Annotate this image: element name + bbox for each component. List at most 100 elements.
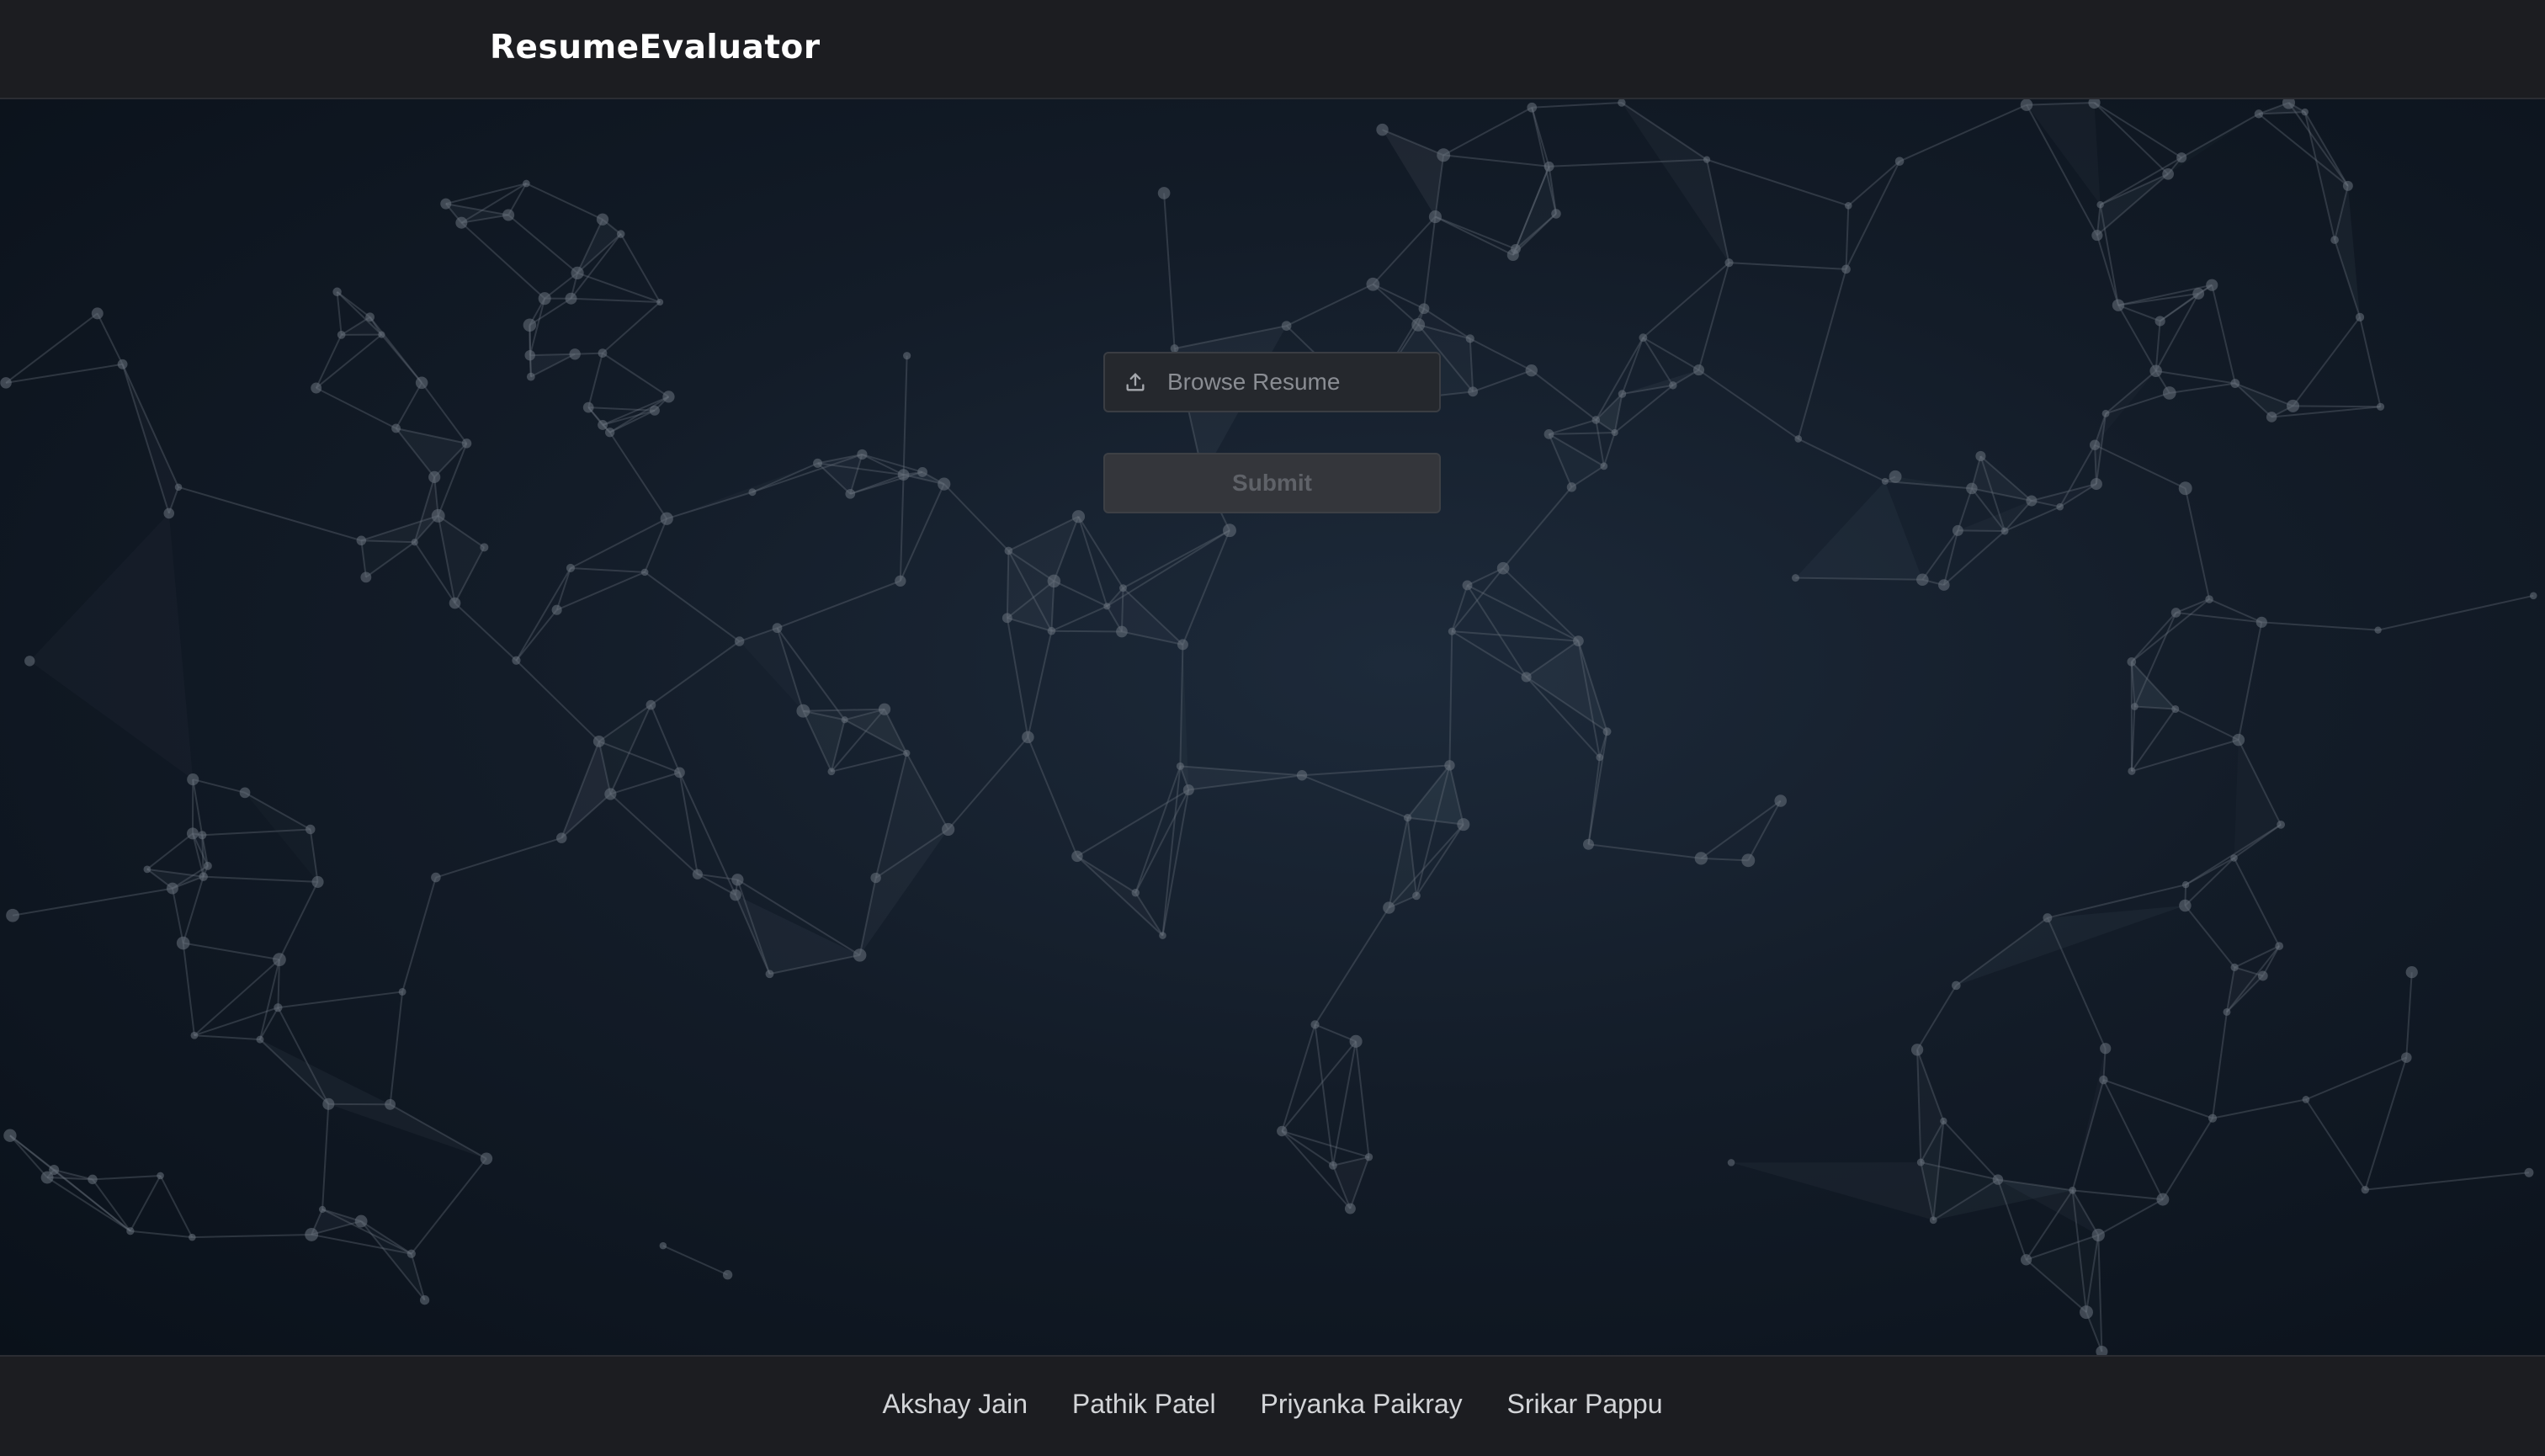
network-node [1543,161,1554,172]
network-line [1372,284,1419,326]
network-node [2156,1193,2170,1206]
network-node [765,970,774,979]
network-node [1794,435,1803,443]
network-facet [2234,383,2293,417]
network-node [1910,1044,1924,1056]
network-facet [29,513,194,780]
network-line [1798,438,1886,482]
network-node [431,872,441,883]
network-line [182,943,195,1036]
network-line [1301,774,1408,819]
network-line [2365,1172,2530,1191]
network-facet [1795,481,1923,580]
network-node [411,539,418,546]
network-node [163,507,175,519]
network-node [1277,1125,1288,1137]
network-node [845,488,856,499]
network-line [2237,622,2263,741]
network-node [1992,1174,2004,1185]
footer-link-priyanka-paikray[interactable]: Priyanka Paikray [1261,1389,1463,1420]
network-line [1331,1041,1358,1166]
network-line [2131,612,2177,662]
network-line [1372,215,1437,285]
network-line [515,660,600,742]
network-node [1521,672,1532,683]
upload-form: Browse Resume Submit [1103,352,1441,513]
network-line [259,959,280,1040]
footer-link-pathik-patel[interactable]: Pathik Patel [1072,1389,1216,1420]
network-node [571,266,584,279]
network-node [1444,760,1455,771]
network-line [662,1245,729,1276]
browse-resume-input[interactable]: Browse Resume [1103,352,1441,412]
network-node [2179,899,2192,912]
network-node [556,832,567,843]
network-node [1727,1159,1735,1166]
network-facet [2168,114,2259,173]
network-node [917,466,927,477]
network-node [306,824,316,835]
network-node [2230,854,2238,862]
network-line [1502,567,1580,642]
network-line [1957,488,1973,531]
network-node [2275,942,2284,950]
network-node [2090,478,2102,491]
footer-link-srikar-pappu[interactable]: Srikar Pappu [1507,1389,1663,1420]
network-line [2359,316,2382,407]
network-node [2096,200,2104,209]
network-line [2093,102,2169,175]
network-line [752,462,818,493]
network-node [502,209,515,221]
network-line [525,183,603,221]
network-node [2112,299,2125,311]
network-line [171,888,184,943]
network-node [378,331,385,338]
network-node [730,889,741,901]
network-line [2131,598,2210,663]
network-line [1434,215,1514,256]
network-node [1916,1158,1925,1166]
network-node [1364,1153,1373,1161]
submit-button[interactable]: Submit [1103,453,1441,513]
brand-logo-text[interactable]: ResumeEvaluator [490,29,821,66]
network-line [1700,800,1782,859]
network-line [183,942,280,961]
network-facet [1956,905,2186,986]
network-line [194,959,280,1036]
footer-links: Akshay Jain Pathik Patel Priyanka Paikra… [0,1389,2545,1420]
network-node [604,788,617,800]
footer-link-akshay-jain[interactable]: Akshay Jain [882,1389,1028,1420]
network-node [1600,462,1608,470]
network-line [401,877,437,992]
network-line [5,363,123,384]
network-node [1157,187,1171,199]
network-node [1071,850,1083,863]
network-line [1416,824,1464,896]
network-node [1669,381,1677,390]
network-line [515,609,558,662]
network-node [853,949,867,962]
network-line [1051,630,1122,633]
network-node [616,230,625,238]
network-node [1591,416,1601,424]
network-node [2254,109,2264,119]
network-node [1611,428,1618,437]
network-line [2258,113,2349,187]
network-node [2374,626,2382,634]
network-line [2212,1012,2228,1119]
network-node [480,543,489,552]
network-node [2176,152,2187,163]
network-line [194,1034,261,1041]
network-node [2000,527,2009,535]
network-node [857,449,868,460]
network-node [512,656,521,665]
network-facet [328,1103,486,1159]
network-node [1496,561,1510,575]
network-node [1841,264,1851,274]
network-node [1543,428,1554,439]
network-line [1076,855,1136,894]
network-line [2184,905,2235,969]
network-line [1451,585,1469,632]
network-node [2131,703,2139,710]
network-line [1053,580,1108,608]
